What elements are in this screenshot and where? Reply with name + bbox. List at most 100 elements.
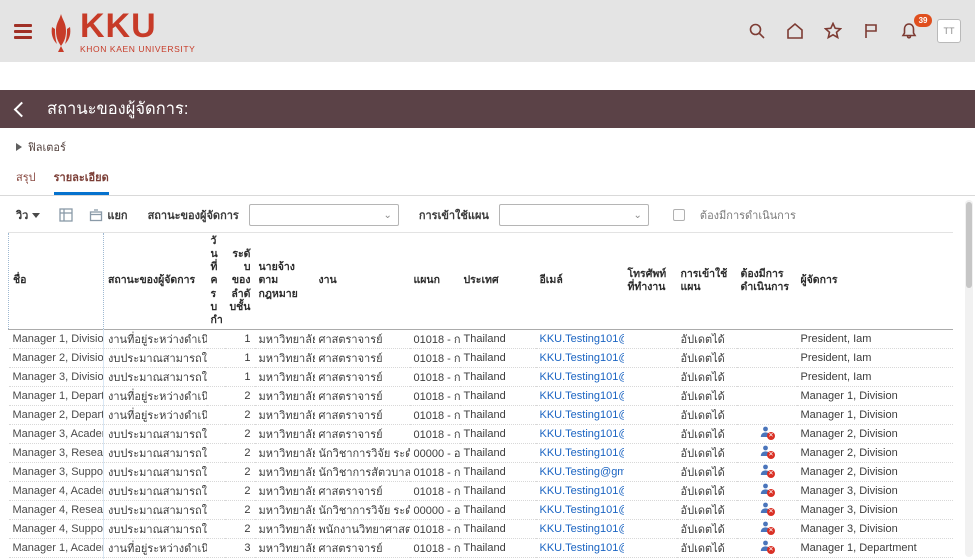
table-row[interactable]: Manager 4, Supportงบประมาณสามารถใช้ได้2ม… — [9, 519, 953, 538]
column-header-name[interactable]: ชื่อ — [9, 233, 104, 330]
column-header-due[interactable]: วันที่ครบกำ — [207, 233, 225, 330]
cell-email[interactable]: KKU.Testing101@gm... — [536, 348, 624, 367]
column-header-employer[interactable]: นายจ้างตามกฎหมาย — [255, 233, 315, 330]
cell-email[interactable]: KKU.Testing101@gm... — [536, 519, 624, 538]
table-row[interactable]: Manager 2, Divisionงบประมาณสามารถใช้ได้1… — [9, 348, 953, 367]
cell-email[interactable]: KKU.Testing101@gm... — [536, 424, 624, 443]
table-row[interactable]: Manager 4, Academicงบประมาณสามารถใช้ได้2… — [9, 481, 953, 500]
back-icon[interactable] — [14, 101, 30, 117]
cell-manager: President, Iam — [797, 367, 953, 386]
column-header-level[interactable]: ระดับของลำดับชั้น — [225, 233, 255, 330]
cell-job: ศาสตราจารย์ — [315, 367, 410, 386]
column-header-action[interactable]: ต้องมีการดำเนินการ — [737, 233, 797, 330]
cell-phone — [624, 367, 677, 386]
action-required-checkbox[interactable] — [673, 209, 685, 221]
cell-email[interactable]: KKU.Testing101@gm... — [536, 367, 624, 386]
cell-level: 2 — [225, 481, 255, 500]
column-header-dept[interactable]: แผนก — [410, 233, 460, 330]
cell-plan: อัปเดตได้ — [677, 367, 737, 386]
cell-country: Thailand — [460, 500, 536, 519]
cell-email[interactable]: KKU.Testing@gmail.... — [536, 462, 624, 481]
table-row[interactable]: Manager 1, Departmentงานที่อยู่ระหว่างดำ… — [9, 386, 953, 405]
cell-plan: อัปเดตได้ — [677, 462, 737, 481]
cell-action — [737, 329, 797, 348]
cell-email[interactable]: KKU.Testing101@gm... — [536, 538, 624, 557]
cell-email[interactable]: KKU.Testing101@ga... — [536, 405, 624, 424]
cell-phone — [624, 481, 677, 500]
cell-plan: อัปเดตได้ — [677, 500, 737, 519]
column-header-country[interactable]: ประเทศ — [460, 233, 536, 330]
action-required-icon: ✕ — [760, 445, 773, 458]
avatar[interactable]: TT — [937, 19, 961, 43]
freeze-columns-icon[interactable] — [58, 208, 73, 223]
table-row[interactable]: Manager 2, Departmentงานที่อยู่ระหว่างดำ… — [9, 405, 953, 424]
cell-dept: 00000 - อธิกา... — [410, 443, 460, 462]
column-header-job[interactable]: งาน — [315, 233, 410, 330]
cell-due — [207, 462, 225, 481]
cell-status: งานที่อยู่ระหว่างดำเนินการ — [104, 538, 207, 557]
chevron-down-icon: ⌄ — [383, 210, 391, 221]
status-filter-select[interactable]: ⌄ — [249, 204, 399, 226]
action-required-icon: ✕ — [760, 464, 773, 477]
menu-icon[interactable] — [14, 21, 32, 42]
cell-plan: อัปเดตได้ — [677, 348, 737, 367]
cell-manager: President, Iam — [797, 329, 953, 348]
view-menu-button[interactable]: วิว — [16, 206, 40, 224]
page-title: สถานะของผู้จัดการ: — [47, 96, 188, 122]
table-row[interactable]: Manager 3, Researchงบประมาณสามารถใช้ได้2… — [9, 443, 953, 462]
cell-job: ศาสตราจารย์ — [315, 386, 410, 405]
table-row[interactable]: Manager 1, Academicงานที่อยู่ระหว่างดำเน… — [9, 538, 953, 557]
cell-name: Manager 3, Division — [9, 367, 104, 386]
filter-expander[interactable]: ฟิลเตอร์ — [0, 128, 975, 160]
column-header-status[interactable]: สถานะของผู้จัดการ — [104, 233, 207, 330]
cell-phone — [624, 500, 677, 519]
cell-action: ✕ — [737, 424, 797, 443]
search-icon[interactable] — [747, 21, 767, 41]
cell-dept: 01018 - กองคลัง — [410, 424, 460, 443]
cell-job: นักวิชาการวิจัย ระดับ 1 — [315, 443, 410, 462]
table-row[interactable]: Manager 3, Supportงบประมาณสามารถใช้ได้2ม… — [9, 462, 953, 481]
table-row[interactable]: Manager 3, Divisionงบประมาณสามารถใช้ได้1… — [9, 367, 953, 386]
flag-icon[interactable] — [861, 21, 881, 41]
cell-country: Thailand — [460, 329, 536, 348]
cell-job: ศาสตราจารย์ — [315, 405, 410, 424]
cell-name: Manager 3, Research — [9, 443, 104, 462]
cell-status: งานที่อยู่ระหว่างดำเนินการ — [104, 386, 207, 405]
scrollbar-thumb[interactable] — [966, 202, 972, 288]
cell-email[interactable]: KKU.Testing101@gm... — [536, 329, 624, 348]
view-menu-label: วิว — [16, 206, 28, 224]
column-header-manager[interactable]: ผู้จัดการ — [797, 233, 953, 330]
table-row[interactable]: Manager 4, Researchงบประมาณสามารถใช้ได้2… — [9, 500, 953, 519]
column-header-plan[interactable]: การเข้าใช้แผน — [677, 233, 737, 330]
cell-manager: Manager 1, Department — [797, 538, 953, 557]
column-header-email[interactable]: อีเมล์ — [536, 233, 624, 330]
column-header-phone[interactable]: โทรศัพท์ที่ทำงาน — [624, 233, 677, 330]
cell-phone — [624, 329, 677, 348]
header-spacer — [0, 62, 975, 90]
cell-email[interactable]: KKU.Testing101@gm... — [536, 500, 624, 519]
cell-manager: Manager 3, Division — [797, 500, 953, 519]
tab-details[interactable]: รายละเอียด — [54, 168, 109, 195]
tab-summary[interactable]: สรุป — [16, 168, 36, 195]
cell-name: Manager 4, Academic — [9, 481, 104, 500]
table-row[interactable]: Manager 1, Divisionงานที่อยู่ระหว่างดำเน… — [9, 329, 953, 348]
cell-action: ✕ — [737, 500, 797, 519]
vertical-scrollbar[interactable] — [965, 200, 973, 557]
favorites-star-icon[interactable] — [823, 21, 843, 41]
cell-dept: 01018 - กองคลัง — [410, 405, 460, 424]
home-icon[interactable] — [785, 21, 805, 41]
plan-access-filter-select[interactable]: ⌄ — [499, 204, 649, 226]
header-row: ชื่อสถานะของผู้จัดการวันที่ครบกำระดับของ… — [9, 233, 953, 330]
cell-level: 2 — [225, 386, 255, 405]
cell-email[interactable]: KKU.Testing101@gm... — [536, 481, 624, 500]
cell-phone — [624, 519, 677, 538]
cell-employer: มหาวิทยาลัยข... — [255, 519, 315, 538]
cell-level: 2 — [225, 405, 255, 424]
table-row[interactable]: Manager 3, Academicงบประมาณสามารถใช้ได้2… — [9, 424, 953, 443]
kku-logo[interactable]: KKU KHON KAEN UNIVERSITY — [46, 9, 195, 54]
cell-email[interactable]: KKU.Testing101@gm... — [536, 443, 624, 462]
cell-email[interactable]: KKU.Testing101@gm... — [536, 386, 624, 405]
notifications-bell-icon[interactable]: 39 — [899, 21, 919, 41]
cell-employer: มหาวิทยาลัยข... — [255, 405, 315, 424]
detach-button[interactable]: แยก — [89, 206, 127, 224]
